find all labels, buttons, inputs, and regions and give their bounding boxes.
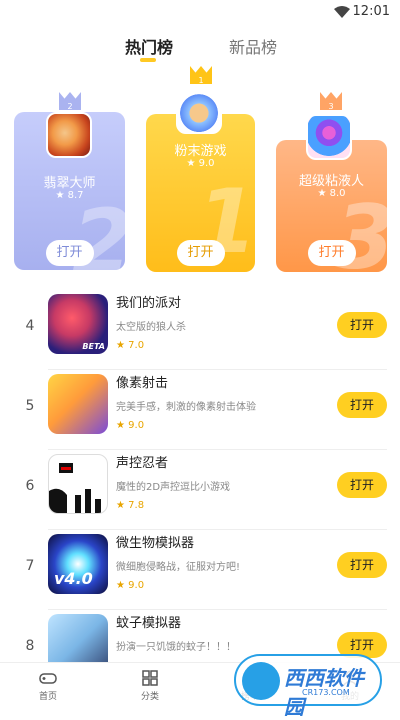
podium-rating: ★ 8.7 <box>55 190 84 201</box>
app-icon[interactable] <box>306 114 352 160</box>
nav-label: 分类 <box>140 692 159 702</box>
open-button[interactable]: 打开 <box>45 240 94 266</box>
podium-rating: ★ 8.0 <box>317 188 346 199</box>
open-button[interactable]: 打开 <box>337 552 387 578</box>
app-desc: 魔性的2D声控逗比小游戏 <box>116 482 231 493</box>
crown-icon: 2 <box>59 92 81 111</box>
list-item[interactable]: 7 v4.0 微生物模拟器 微细胞侵略战，征服对方吧! ★ 9.0 打开 <box>0 530 400 610</box>
open-button[interactable]: 打开 <box>307 240 356 266</box>
app-icon[interactable] <box>46 112 92 158</box>
app-desc: 完美手感，刺激的像素射击体验 <box>116 402 256 413</box>
open-button[interactable]: 打开 <box>176 240 225 266</box>
wifi-icon <box>334 6 350 18</box>
ranking-list: 4 BETA 我们的派对 太空版的狼人杀 ★ 7.0 打开 5 像素射击 完美手… <box>0 290 400 690</box>
gamepad-icon <box>39 673 57 684</box>
app-desc: 扮演一只饥饿的蚊子！！！ <box>116 642 236 653</box>
app-desc: 太空版的狼人杀 <box>116 322 186 333</box>
beta-badge: BETA <box>82 342 105 351</box>
podium-card-1[interactable]: 1 粉末游戏 ★ 9.0 打开 <box>146 114 255 272</box>
app-icon[interactable] <box>48 454 108 514</box>
app-name: 我们的派对 <box>116 296 182 311</box>
tab-indicator <box>140 58 156 62</box>
app-icon[interactable]: BETA <box>48 294 108 354</box>
podium-app-name: 翡翠大师 <box>43 176 96 191</box>
open-button[interactable]: 打开 <box>337 312 387 338</box>
nav-label: 首页 <box>38 692 57 702</box>
rank-number: 7 <box>25 558 35 574</box>
app-rating: ★ 9.0 <box>116 580 145 591</box>
rank-number: 8 <box>25 638 35 654</box>
list-item[interactable]: 6 声控忍者 魔性的2D声控逗比小游戏 ★ 7.8 打开 <box>0 450 400 530</box>
app-rating: ★ 7.8 <box>116 500 145 511</box>
grid-icon <box>142 670 158 686</box>
tab-hot[interactable]: 热门榜 <box>125 34 173 58</box>
app-icon[interactable] <box>48 374 108 434</box>
open-button[interactable]: 打开 <box>337 472 387 498</box>
watermark-logo-icon <box>242 662 280 700</box>
status-time: 12:01 <box>352 4 390 19</box>
app-name: 像素射击 <box>116 376 169 391</box>
rank-number: 4 <box>25 318 35 334</box>
nav-category[interactable]: 分类 <box>120 669 180 702</box>
app-rating: ★ 9.0 <box>116 420 145 431</box>
podium-app-name: 超级粘液人 <box>298 174 364 189</box>
app-rating: ★ 7.0 <box>116 340 145 351</box>
app-desc: 微细胞侵略战，征服对方吧! <box>116 562 241 573</box>
rank-number: 5 <box>25 398 35 414</box>
list-item[interactable]: 4 BETA 我们的派对 太空版的狼人杀 ★ 7.0 打开 <box>0 290 400 370</box>
podium-app-name: 粉末游戏 <box>174 144 227 159</box>
list-item[interactable]: 5 像素射击 完美手感，刺激的像素射击体验 ★ 9.0 打开 <box>0 370 400 450</box>
watermark-subtext: CR173.COM <box>302 688 350 697</box>
app-name: 声控忍者 <box>116 456 169 471</box>
ranking-tabs: 热门榜 新品榜 <box>0 30 400 70</box>
rank-number: 6 <box>25 478 35 494</box>
crown-icon: 1 <box>190 66 212 85</box>
app-name: 蚊子模拟器 <box>116 616 182 631</box>
crown-icon: 3 <box>320 92 342 111</box>
open-button[interactable]: 打开 <box>337 392 387 418</box>
watermark: 西西软件园 CR173.COM <box>234 654 382 719</box>
tab-new[interactable]: 新品榜 <box>229 34 277 58</box>
version-badge: v4.0 <box>54 569 93 588</box>
app-icon[interactable]: v4.0 <box>48 534 108 594</box>
app-name: 微生物模拟器 <box>116 536 195 551</box>
status-bar: 12:01 <box>0 0 400 24</box>
podium-rating: ★ 9.0 <box>186 158 215 169</box>
nav-home[interactable]: 首页 <box>18 669 78 702</box>
app-icon[interactable] <box>176 88 222 134</box>
